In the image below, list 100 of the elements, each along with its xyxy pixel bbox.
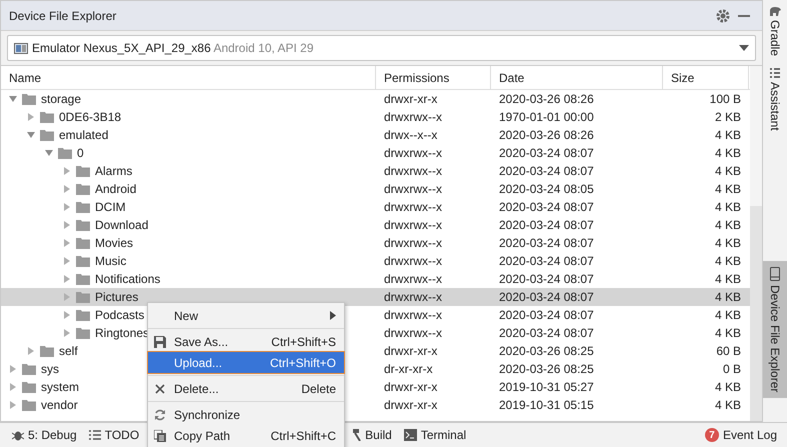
folder-icon: [76, 292, 90, 302]
date-cell-text: 2020-03-26 08:25: [498, 362, 595, 376]
tool-window-button[interactable]: Build: [353, 428, 392, 442]
device-dropdown[interactable]: Emulator Nexus_5X_API_29_x86 Android 10, API 29: [7, 35, 756, 61]
folder-icon: [76, 166, 90, 176]
menu-item[interactable]: Save As... Ctrl+Shift+S: [148, 331, 344, 352]
refresh-icon: [154, 408, 166, 420]
date-cell-text: 2020-03-24 08:05: [498, 182, 595, 196]
size-cell-text: 4 KB: [714, 146, 742, 160]
collapsed-arrow-icon[interactable]: [63, 185, 71, 193]
permissions-cell-text: drwxrwx--x: [383, 110, 443, 124]
permissions-cell-text: drwxrwx--x: [383, 308, 443, 322]
column-header[interactable]: Name: [1, 66, 376, 89]
collapsed-arrow-icon[interactable]: [9, 365, 17, 373]
file-name[interactable]: Pictures: [95, 290, 138, 304]
size-cell-text: 4 KB: [714, 218, 742, 232]
collapsed-arrow-icon[interactable]: [63, 311, 71, 319]
file-name[interactable]: system: [41, 380, 80, 394]
device-name: Emulator Nexus_5X_API_29_x86 Android 10, API 29: [32, 41, 315, 55]
date-cell-text: 2020-03-24 08:07: [498, 308, 595, 322]
date-cell-text: 2020-03-26 08:26: [498, 92, 595, 106]
permissions-cell-text: drwxr-xr-x: [383, 380, 438, 394]
collapsed-arrow-icon[interactable]: [63, 221, 71, 229]
elephant-icon: [768, 6, 782, 16]
collapsed-arrow-icon[interactable]: [27, 113, 35, 121]
permissions-cell-text: dr-xr-xr-x: [383, 362, 434, 376]
tool-window-button[interactable]: TODO: [88, 428, 140, 442]
panel-title: Device File Explorer: [9, 8, 118, 22]
size-cell-text: 2 KB: [714, 110, 742, 124]
folder-icon: [22, 94, 36, 104]
collapsed-arrow-icon[interactable]: [63, 329, 71, 337]
hammer-icon: [353, 429, 362, 441]
file-name[interactable]: Ringtones: [95, 326, 150, 340]
permissions-cell-text: drwx--x--x: [383, 128, 438, 142]
permissions-cell-text: drwxrwx--x: [383, 200, 443, 214]
emulator-icon: [14, 42, 28, 54]
file-name[interactable]: Music: [95, 254, 126, 268]
collapsed-arrow-icon[interactable]: [9, 383, 17, 391]
collapsed-arrow-icon[interactable]: [9, 401, 17, 409]
column-header[interactable]: Date: [491, 66, 663, 89]
folder-icon: [40, 112, 54, 122]
date-cell-text: 2020-03-24 08:07: [498, 164, 595, 178]
date-cell-text: 2020-03-24 08:07: [498, 326, 595, 340]
file-name[interactable]: storage: [41, 92, 82, 106]
folder-icon: [76, 184, 90, 194]
collapsed-arrow-icon[interactable]: [63, 167, 71, 175]
collapsed-arrow-icon[interactable]: [63, 293, 71, 301]
folder-icon: [22, 364, 36, 374]
permissions-cell-text: drwxrwx--x: [383, 146, 443, 160]
file-name[interactable]: emulated: [59, 128, 108, 142]
tool-window-button[interactable]: Terminal: [404, 428, 466, 442]
file-name[interactable]: Alarms: [95, 164, 132, 178]
menu-item[interactable]: Synchronize: [148, 404, 344, 425]
file-name[interactable]: Notifications: [95, 272, 160, 286]
menu-item[interactable]: New: [148, 305, 344, 326]
file-name[interactable]: self: [59, 344, 78, 358]
tool-window-button[interactable]: 5: Debug: [12, 428, 77, 442]
date-cell-text: 2020-03-26 08:26: [498, 128, 595, 142]
file-name[interactable]: sys: [41, 362, 59, 376]
date-cell-text: 2020-03-26 08:25: [498, 344, 595, 358]
file-name[interactable]: DCIM: [95, 200, 126, 214]
side-tab[interactable]: Gradle: [763, 0, 787, 62]
minimize-icon[interactable]: [738, 14, 750, 18]
expanded-arrow-icon[interactable]: [27, 131, 35, 139]
folder-icon: [76, 256, 90, 266]
event-log-button[interactable]: 7 Event Log: [704, 428, 777, 442]
file-name[interactable]: 0DE6-3B18: [59, 110, 122, 124]
folder-icon: [40, 130, 54, 140]
folder-icon: [76, 328, 90, 338]
collapsed-arrow-icon[interactable]: [63, 257, 71, 265]
collapsed-arrow-icon[interactable]: [27, 347, 35, 355]
file-name[interactable]: Android: [95, 182, 136, 196]
file-name[interactable]: 0: [77, 146, 84, 160]
permissions-cell-text: drwxrwx--x: [383, 182, 443, 196]
scrollbar-thumb[interactable]: [750, 206, 762, 421]
permissions-cell-text: drwxrwx--x: [383, 218, 443, 232]
side-tab[interactable]: Assistant: [763, 62, 787, 137]
column-header[interactable]: Permissions: [376, 66, 491, 89]
settings-icon[interactable]: [716, 8, 730, 22]
file-name[interactable]: Download: [95, 218, 148, 232]
date-cell-text: 1970-01-01 00:00: [498, 110, 595, 124]
file-name[interactable]: vendor: [41, 398, 78, 412]
bug-icon: [12, 429, 24, 441]
permissions-cell-text: drwxrwx--x: [383, 164, 443, 178]
expanded-arrow-icon[interactable]: [45, 149, 53, 157]
column-header[interactable]: Size: [663, 66, 749, 89]
collapsed-arrow-icon[interactable]: [63, 203, 71, 211]
list-icon: [88, 430, 101, 440]
folder-icon: [22, 400, 36, 410]
side-tab[interactable]: Device File Explorer: [763, 260, 787, 398]
collapsed-arrow-icon[interactable]: [63, 239, 71, 247]
file-name[interactable]: Movies: [95, 236, 134, 250]
collapsed-arrow-icon[interactable]: [63, 275, 71, 283]
size-cell-text: 4 KB: [714, 254, 742, 268]
menu-item[interactable]: Copy Path Ctrl+Shift+C: [148, 425, 344, 446]
expanded-arrow-icon[interactable]: [9, 95, 17, 103]
date-cell-text: 2020-03-24 08:07: [498, 218, 595, 232]
file-name[interactable]: Podcasts: [95, 308, 144, 322]
menu-item[interactable]: Upload... Ctrl+Shift+O: [148, 352, 344, 373]
menu-item[interactable]: Delete... Delete: [148, 378, 344, 399]
